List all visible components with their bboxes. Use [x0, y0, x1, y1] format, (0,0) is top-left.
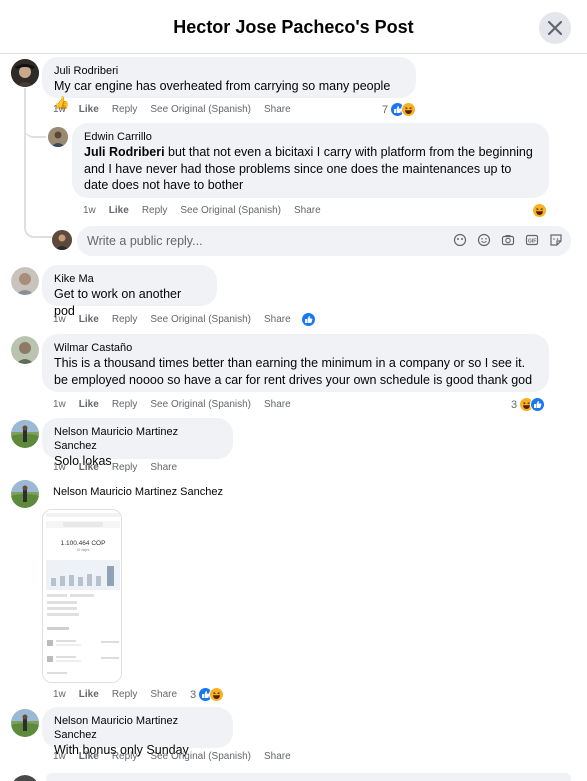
- haha-reaction-icon: [401, 102, 417, 117]
- comment-actions: 1w Like Reply Share: [53, 689, 190, 700]
- avatar-sticker-icon[interactable]: [452, 233, 467, 248]
- avatar[interactable]: [11, 267, 39, 295]
- reaction-count: 7: [382, 103, 389, 116]
- avatar[interactable]: [11, 59, 39, 87]
- reply-button[interactable]: Reply: [112, 462, 138, 473]
- like-button[interactable]: Like: [79, 399, 99, 410]
- reaction-summary[interactable]: 3: [511, 397, 546, 412]
- see-original-button[interactable]: See Original (Spanish): [150, 104, 251, 115]
- comment-author[interactable]: Wilmar Castaño: [54, 341, 537, 355]
- thread-connector: [24, 124, 46, 138]
- comment-time[interactable]: 1w: [83, 205, 96, 216]
- like-button[interactable]: Like: [79, 751, 99, 762]
- comment-actions: 1w Like Reply See Original (Spanish) Sha…: [83, 205, 334, 216]
- avatar[interactable]: [11, 336, 39, 364]
- see-original-button[interactable]: See Original (Spanish): [150, 399, 251, 410]
- comment-author[interactable]: Juli Rodriberi: [54, 64, 404, 78]
- reply-button[interactable]: Reply: [112, 104, 138, 115]
- comment-actions: 1w Like Reply See Original (Spanish) Sha…: [53, 314, 304, 325]
- reply-button[interactable]: Reply: [142, 205, 168, 216]
- share-button[interactable]: Share: [264, 751, 291, 762]
- screenshot-trips: 42 viajes: [77, 548, 90, 552]
- main-comment-input[interactable]: [46, 773, 571, 781]
- comment-bubble: Edwin Carrillo Juli Rodriberi but that n…: [72, 123, 549, 198]
- close-icon: [548, 21, 562, 35]
- comment-time[interactable]: 1w: [53, 689, 66, 700]
- gif-icon[interactable]: GIF: [524, 233, 539, 248]
- post-header: Hector Jose Pacheco's Post: [0, 0, 587, 54]
- like-reaction-icon: [301, 312, 316, 327]
- comment-time[interactable]: 1w: [53, 104, 66, 115]
- like-button[interactable]: Like: [109, 205, 129, 216]
- reply-button[interactable]: Reply: [112, 751, 138, 762]
- comment-text: Juli Rodriberi but that not even a bicit…: [84, 145, 533, 192]
- comment-author[interactable]: Nelson Mauricio Martinez Sanchez: [53, 485, 223, 499]
- comment-actions: 1w Like Reply See Original (Spanish) Sha…: [53, 104, 304, 115]
- avatar[interactable]: [11, 709, 39, 737]
- camera-icon[interactable]: [500, 233, 515, 248]
- avatar[interactable]: [11, 480, 39, 508]
- comment-text: This is a thousand times better than ear…: [54, 356, 533, 387]
- reply-input[interactable]: Write a public reply... GIF: [77, 226, 571, 256]
- comment-bubble: Kike Ma Get to work on another pod: [42, 265, 217, 318]
- svg-text:GIF: GIF: [528, 238, 536, 244]
- comment-bubble: Nelson Mauricio Martinez Sanchez Solo lo…: [42, 418, 233, 468]
- comment-time[interactable]: 1w: [53, 399, 66, 410]
- reply-button[interactable]: Reply: [112, 399, 138, 410]
- mention-link[interactable]: Juli Rodriberi: [84, 145, 165, 159]
- avatar[interactable]: [11, 420, 39, 448]
- sticker-icon[interactable]: [548, 233, 563, 248]
- comment-actions: 1w Like Reply Share: [53, 462, 190, 473]
- like-button[interactable]: Like: [79, 314, 99, 325]
- close-button[interactable]: [539, 12, 571, 44]
- comment-author[interactable]: Nelson Mauricio Martinez Sanchez: [54, 425, 221, 453]
- comment-author[interactable]: Kike Ma: [54, 272, 205, 286]
- comment-actions: 1w Like Reply See Original (Spanish) Sha…: [53, 399, 304, 410]
- reaction-summary[interactable]: 3: [190, 687, 225, 702]
- comment-bubble: Wilmar Castaño This is a thousand times …: [42, 334, 549, 392]
- comment-author[interactable]: Edwin Carrillo: [84, 130, 537, 144]
- like-button[interactable]: Like: [79, 462, 99, 473]
- post-title: Hector Jose Pacheco's Post: [173, 17, 414, 37]
- comment-author[interactable]: Nelson Mauricio Martinez Sanchez: [54, 714, 221, 742]
- like-button[interactable]: Like: [79, 689, 99, 700]
- comment-bubble: Juli Rodriberi My car engine has overhea…: [42, 57, 416, 110]
- like-button[interactable]: Like: [79, 104, 99, 115]
- screenshot-amount: 1.100.464 COP: [61, 540, 106, 547]
- comment-time[interactable]: 1w: [53, 314, 66, 325]
- haha-reaction-icon: [532, 203, 547, 218]
- reply-button[interactable]: Reply: [112, 314, 138, 325]
- comment-time[interactable]: 1w: [53, 462, 66, 473]
- reply-placeholder: Write a public reply...: [87, 234, 203, 248]
- thread-line: [24, 88, 26, 228]
- see-original-button[interactable]: See Original (Spanish): [150, 314, 251, 325]
- share-button[interactable]: Share: [264, 104, 291, 115]
- current-user-avatar[interactable]: [52, 230, 72, 250]
- see-original-button[interactable]: See Original (Spanish): [180, 205, 281, 216]
- reaction-summary[interactable]: 7: [382, 102, 417, 117]
- share-button[interactable]: Share: [150, 689, 177, 700]
- attached-screenshot[interactable]: 1.100.464 COP 42 viajes: [42, 509, 122, 683]
- reaction-summary[interactable]: [301, 312, 316, 327]
- thread-connector: [24, 226, 52, 238]
- share-button[interactable]: Share: [264, 314, 291, 325]
- emoji-icon[interactable]: [476, 233, 491, 248]
- reply-toolbar: GIF: [452, 233, 563, 248]
- reply-button[interactable]: Reply: [112, 689, 138, 700]
- reaction-count: 3: [511, 398, 518, 411]
- avatar[interactable]: [48, 127, 68, 147]
- share-button[interactable]: Share: [264, 399, 291, 410]
- reaction-summary[interactable]: [532, 203, 547, 218]
- haha-reaction-icon: [209, 687, 225, 702]
- comment-actions: 1w Like Reply See Original (Spanish) Sha…: [53, 751, 304, 762]
- comment-time[interactable]: 1w: [53, 751, 66, 762]
- share-button[interactable]: Share: [150, 462, 177, 473]
- comment-bubble: Nelson Mauricio Martinez Sanchez With bo…: [42, 707, 233, 757]
- like-reaction-icon: [530, 397, 546, 412]
- reaction-count: 3: [190, 688, 197, 701]
- see-original-button[interactable]: See Original (Spanish): [150, 751, 251, 762]
- share-button[interactable]: Share: [294, 205, 321, 216]
- avatar[interactable]: [11, 775, 39, 781]
